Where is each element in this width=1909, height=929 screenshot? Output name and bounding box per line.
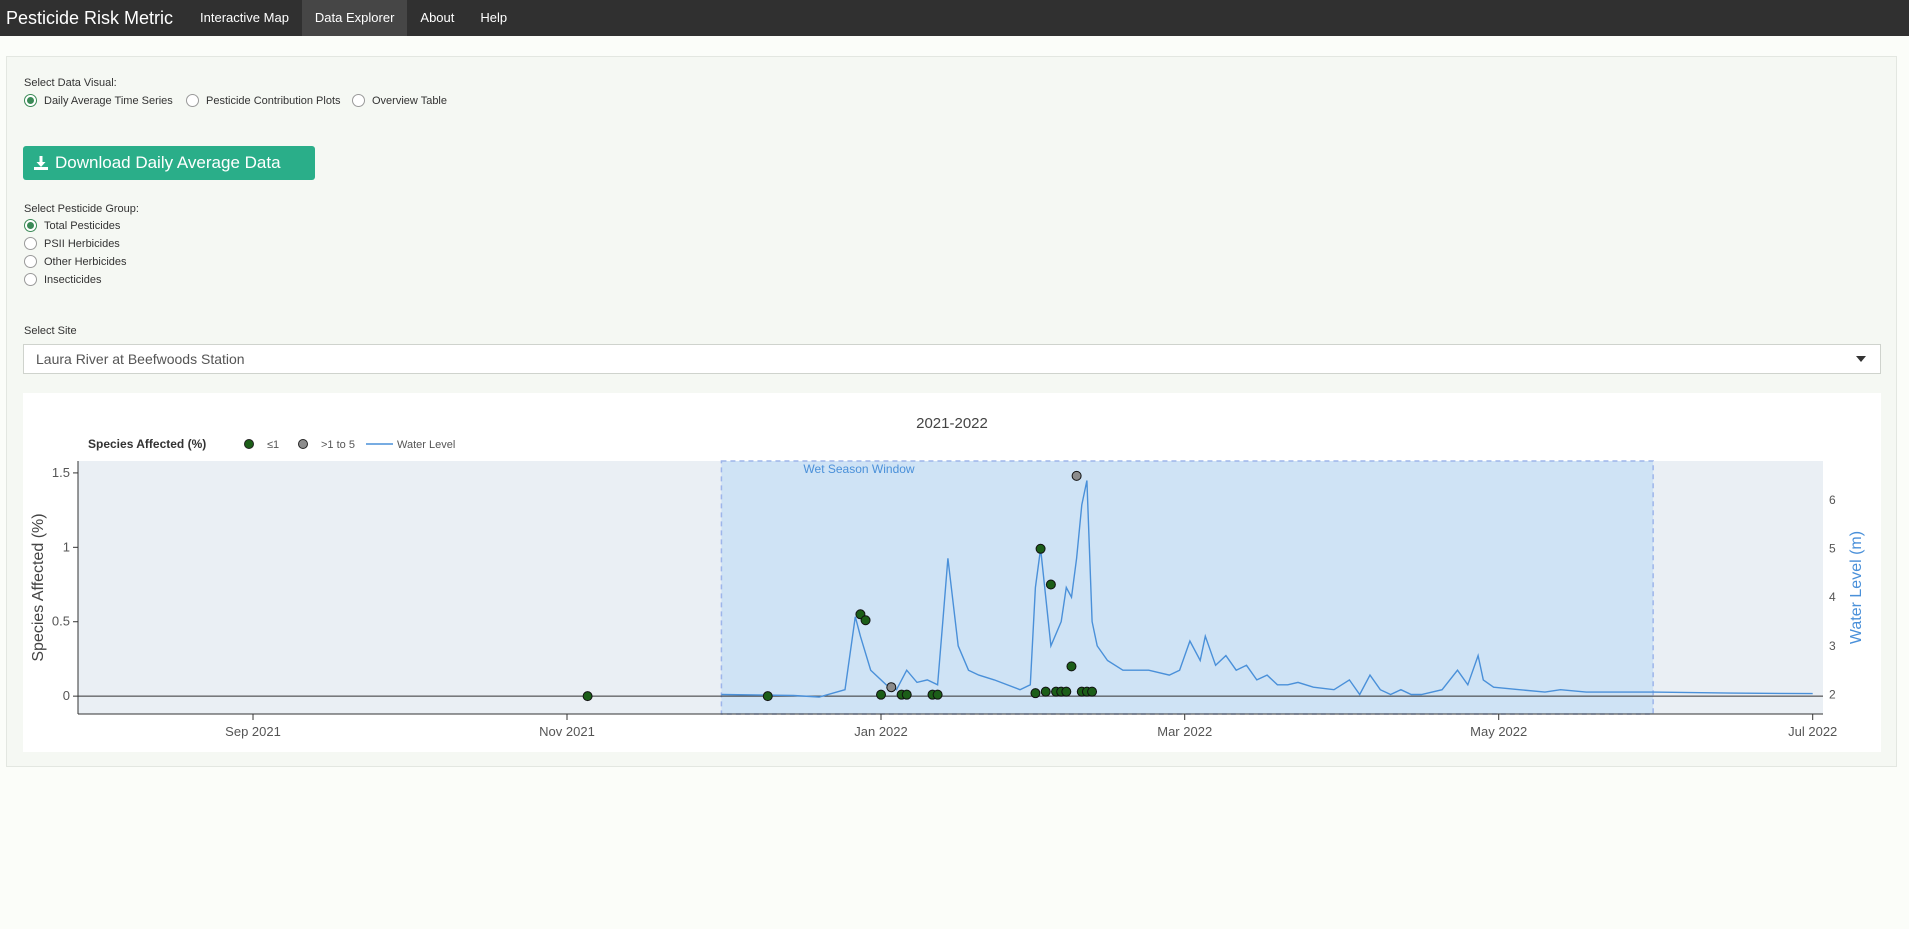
nav-data-explorer[interactable]: Data Explorer [301, 0, 408, 36]
data-point-low [1030, 688, 1041, 699]
radio-checked-icon[interactable] [24, 219, 37, 232]
data-point-low [932, 689, 943, 700]
y-axis-title: Species Affected (%) [30, 513, 47, 661]
time-series-chart: Wet Season Window 0 0.5 1 1.5 2 3 4 5 6 Sep 2021 No… [30, 415, 1865, 739]
y-tick-label: 1 [63, 539, 70, 554]
data-point-low [1087, 686, 1098, 697]
radio-icon[interactable] [24, 273, 37, 286]
y-tick-label: 0 [63, 688, 70, 703]
visual-option-timeseries[interactable]: Daily Average Time Series [24, 94, 173, 107]
data-point-low [1035, 543, 1046, 554]
sidebar-panel: Select Data Visual: Daily Average Time S… [6, 56, 1897, 767]
site-select[interactable]: Laura River at Beefwoods Station [23, 344, 1881, 374]
legend-entry: Water Level [397, 439, 455, 451]
legend-marker-mid [298, 439, 308, 449]
nav-help[interactable]: Help [467, 0, 520, 36]
data-point-mid [1071, 470, 1082, 481]
y2-tick-label: 3 [1829, 639, 1836, 653]
chart-container: Wet Season Window 0 0.5 1 1.5 2 3 4 5 6 Sep 2021 No… [23, 393, 1881, 752]
x-tick-label: Jan 2022 [854, 724, 908, 739]
legend-marker-low [244, 439, 254, 449]
y-tick-label: 0.5 [52, 614, 70, 629]
legend-entry: >1 to 5 [321, 439, 355, 451]
group-option-insecticides[interactable]: Insecticides [24, 273, 101, 286]
data-point-low [1061, 686, 1072, 697]
nav-about[interactable]: About [407, 0, 467, 36]
data-point-low [1045, 579, 1056, 590]
radio-icon[interactable] [352, 94, 365, 107]
radio-icon[interactable] [24, 255, 37, 268]
caret-down-icon [1856, 356, 1866, 362]
x-tick-label: May 2022 [1470, 724, 1527, 739]
group-option-label: Other Herbicides [44, 255, 127, 268]
site-select-value: Laura River at Beefwoods Station [36, 351, 245, 367]
data-point-low [901, 689, 912, 700]
visual-option-label: Overview Table [372, 94, 447, 107]
x-tick-label: Mar 2022 [1157, 724, 1212, 739]
data-point-mid [886, 682, 897, 693]
visual-label: Select Data Visual: [24, 77, 117, 89]
site-label: Select Site [24, 325, 77, 337]
wet-season-window [720, 460, 1654, 715]
group-option-label: PSII Herbicides [44, 237, 120, 250]
nav-interactive-map[interactable]: Interactive Map [187, 0, 302, 36]
y2-tick-label: 6 [1829, 493, 1836, 507]
radio-checked-icon[interactable] [24, 94, 37, 107]
chart-title: 2021-2022 [916, 415, 988, 432]
x-tick-label: Nov 2021 [539, 724, 595, 739]
x-tick-label: Sep 2021 [225, 724, 281, 739]
y-tick-label: 1.5 [52, 465, 70, 480]
data-point-low [762, 691, 773, 702]
window-annotation: Wet Season Window [803, 462, 914, 476]
group-option-total[interactable]: Total Pesticides [24, 219, 120, 232]
group-option-label: Total Pesticides [44, 219, 121, 232]
data-point-low [860, 615, 871, 626]
y2-tick-label: 2 [1829, 688, 1836, 702]
visual-option-label: Daily Average Time Series [44, 94, 173, 107]
legend-title: Species Affected (%) [88, 437, 206, 451]
data-point-low [1066, 661, 1077, 672]
radio-icon[interactable] [24, 237, 37, 250]
visual-option-contribution[interactable]: Pesticide Contribution Plots [186, 94, 341, 107]
x-tick-label: Jul 2022 [1788, 724, 1837, 739]
download-button[interactable]: Download Daily Average Data [23, 146, 315, 180]
visual-option-label: Pesticide Contribution Plots [206, 94, 341, 107]
data-point-low [582, 691, 593, 702]
navbar: Pesticide Risk Metric Interactive Map Da… [0, 0, 1909, 36]
group-label: Select Pesticide Group: [24, 203, 139, 215]
y2-tick-label: 5 [1829, 542, 1836, 556]
y2-tick-label: 4 [1829, 590, 1836, 604]
visual-option-overview[interactable]: Overview Table [352, 94, 447, 107]
brand-title[interactable]: Pesticide Risk Metric [0, 0, 187, 36]
legend-entry: ≤1 [267, 439, 279, 451]
data-point-low [876, 689, 887, 700]
download-button-label: Download Daily Average Data [55, 153, 281, 172]
group-option-label: Insecticides [44, 273, 102, 286]
group-option-psii[interactable]: PSII Herbicides [24, 237, 120, 250]
y2-axis-title: Water Level (m) [1848, 531, 1865, 644]
data-point-low [1040, 686, 1051, 697]
download-icon [34, 156, 48, 170]
radio-icon[interactable] [186, 94, 199, 107]
group-option-other[interactable]: Other Herbicides [24, 255, 127, 268]
